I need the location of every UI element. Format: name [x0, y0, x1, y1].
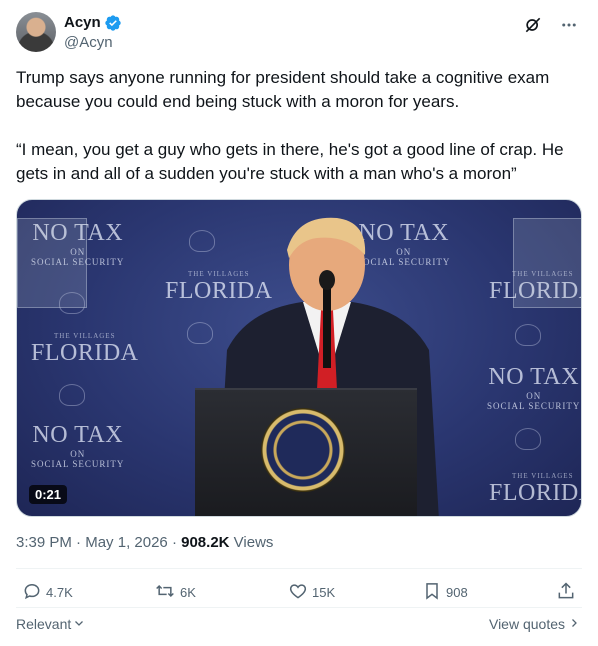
share-button[interactable]: [556, 581, 576, 604]
view-quotes-label: View quotes: [488, 616, 565, 632]
divider-bottom: [16, 607, 582, 608]
avatar[interactable]: [16, 12, 56, 52]
header-actions: [520, 12, 582, 38]
backdrop-florida-text: FLORIDA: [31, 340, 139, 366]
tweet-paragraph-1: Trump says anyone running for president …: [16, 68, 550, 111]
backdrop-no-tax-text: NO TAX: [32, 422, 124, 448]
like-count: 15K: [312, 585, 336, 600]
backdrop-social-security-text: SOCIAL SECURITY: [487, 401, 581, 411]
bookmark-count: 908: [446, 585, 468, 600]
backdrop-eagle-mark: [59, 384, 85, 406]
like-icon: [288, 581, 308, 604]
backdrop-no-tax-4: NO TAX ON SOCIAL SECURITY: [31, 422, 124, 469]
backdrop-florida-text: FLORIDA: [489, 480, 581, 506]
reply-button[interactable]: 4.7K: [22, 581, 73, 604]
teleprompter-left: [17, 218, 87, 308]
views-label: Views: [233, 534, 274, 551]
tweet-text: Trump says anyone running for president …: [16, 66, 582, 210]
tweet-actions: 4.7K 6K 15K 908: [16, 581, 582, 605]
like-button[interactable]: 15K: [288, 581, 335, 604]
more-icon[interactable]: [556, 12, 582, 38]
chevron-right-icon: [568, 616, 580, 632]
sort-label: Relevant: [16, 616, 72, 632]
divider-top: [16, 568, 582, 569]
retweet-icon: [154, 581, 176, 604]
author-display-name[interactable]: Acyn: [64, 14, 101, 32]
verified-badge-icon[interactable]: [104, 14, 122, 32]
backdrop-no-tax-3: NO TAX ON SOCIAL SECURITY: [487, 364, 580, 411]
tweet-paragraph-2: “I mean, you get a guy who gets in there…: [16, 140, 564, 183]
author-handle[interactable]: @Acyn: [64, 34, 113, 51]
chevron-down-icon: [73, 616, 85, 632]
meta-separator: ·: [171, 534, 182, 551]
backdrop-social-security-text: SOCIAL SECURITY: [31, 459, 125, 469]
retweet-count: 6K: [180, 585, 196, 600]
teleprompter-right: [513, 218, 581, 308]
backdrop-eagle-mark: [515, 428, 541, 450]
reply-icon: [22, 581, 42, 604]
backdrop-the-villages-text: THE VILLAGES: [54, 332, 116, 340]
meta-separator: ·: [76, 534, 86, 551]
backdrop-eagle-mark: [515, 324, 541, 346]
backdrop-no-tax-text: NO TAX: [488, 364, 580, 390]
retweet-button[interactable]: 6K: [154, 581, 196, 604]
backdrop-florida-4: THE VILLAGES FLORIDA: [489, 472, 581, 507]
share-icon: [556, 581, 576, 604]
presidential-seal: [261, 408, 345, 492]
author-name-row: Acyn: [64, 14, 122, 32]
reply-count: 4.7K: [46, 585, 73, 600]
bookmark-icon: [422, 581, 442, 604]
sort-replies-dropdown[interactable]: Relevant: [16, 616, 85, 632]
views-count: 908.2K: [181, 534, 230, 551]
view-quotes-link[interactable]: View quotes: [489, 616, 580, 632]
grok-icon[interactable]: [520, 12, 546, 38]
video-duration: 0:21: [29, 485, 68, 504]
tweet-time[interactable]: 3:39 PM: [16, 534, 72, 551]
backdrop-on-text: ON: [70, 449, 86, 459]
backdrop-florida-3: THE VILLAGES FLORIDA: [31, 332, 139, 367]
tweet-header: Acyn @Acyn: [16, 12, 582, 56]
video-player[interactable]: NO TAX ON SOCIAL SECURITY NO TAX ON SOCI…: [16, 199, 582, 517]
bookmark-button[interactable]: 908: [422, 581, 468, 604]
backdrop-on-text: ON: [526, 391, 542, 401]
tweet-meta: 3:39 PM · May 1, 2026 · 908.2K Views: [16, 534, 273, 551]
tweet-date[interactable]: May 1, 2026: [85, 534, 168, 551]
backdrop-the-villages-text: THE VILLAGES: [512, 472, 574, 480]
